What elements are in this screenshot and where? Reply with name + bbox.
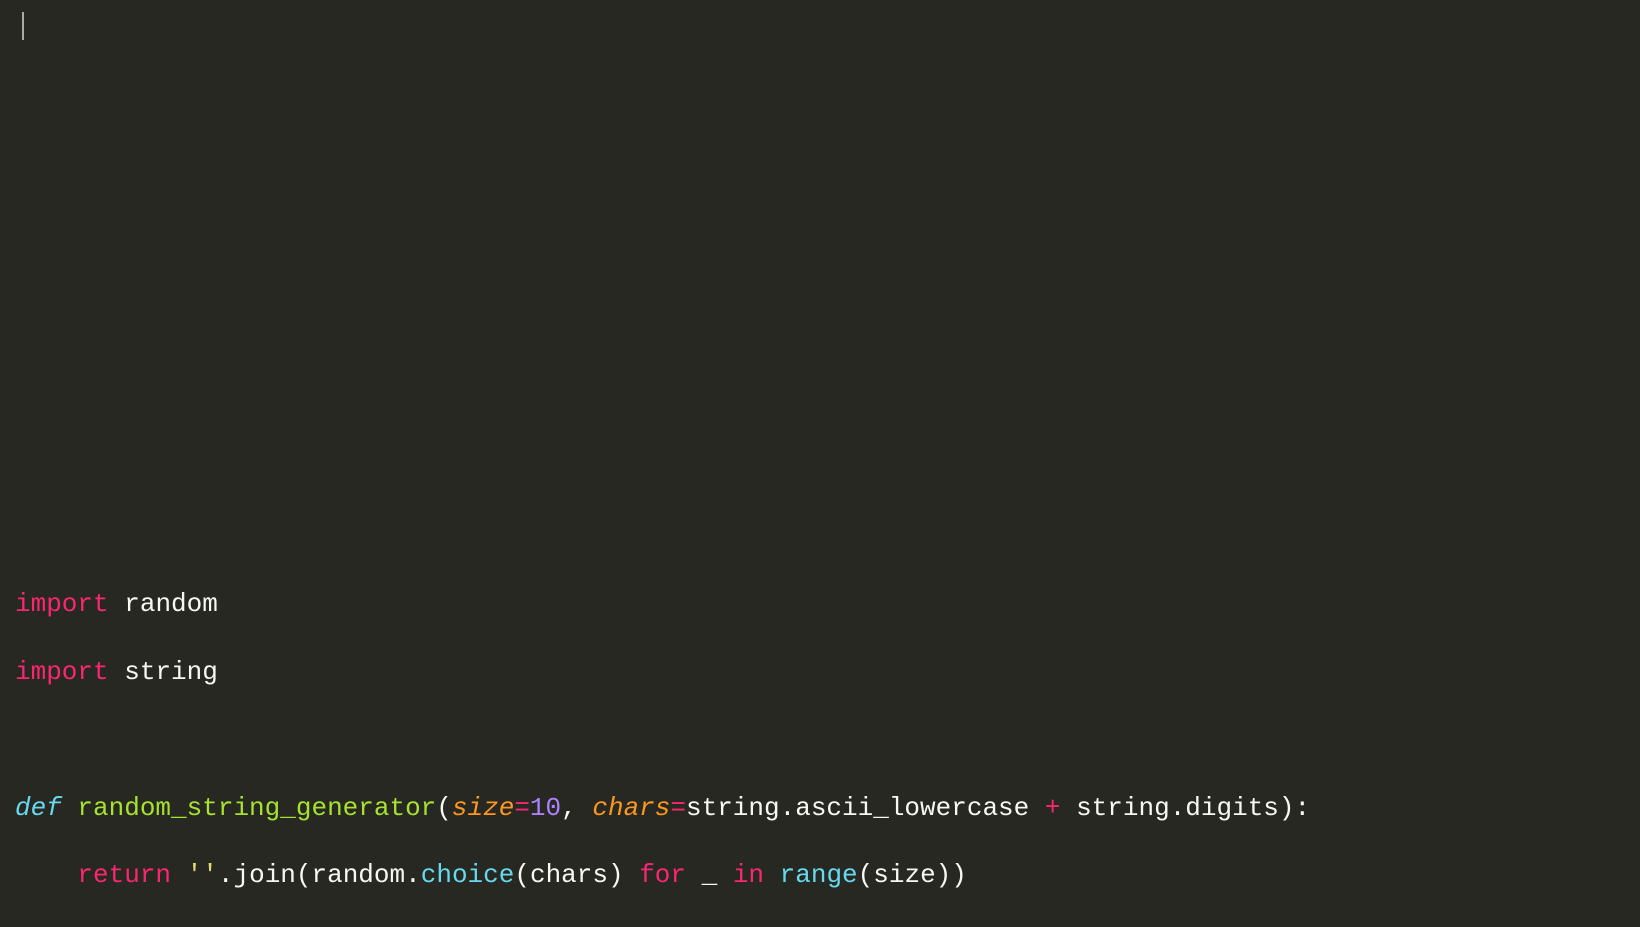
- identifier: string: [1060, 793, 1169, 823]
- identifier: digits: [1185, 793, 1279, 823]
- paren-colon: ):: [1279, 793, 1310, 823]
- method-call: choice: [421, 860, 515, 890]
- comma: ,: [561, 793, 592, 823]
- code-line[interactable]: import string: [15, 656, 1640, 690]
- code-line[interactable]: [15, 520, 1640, 554]
- text: [109, 657, 125, 687]
- dot: .: [1170, 793, 1186, 823]
- module-name: random: [124, 589, 218, 619]
- code-line[interactable]: import random: [15, 588, 1640, 622]
- dot: .: [405, 860, 421, 890]
- code-line[interactable]: [15, 249, 1640, 283]
- code-line[interactable]: [15, 114, 1640, 148]
- in-keyword: in: [733, 860, 764, 890]
- for-keyword: for: [639, 860, 686, 890]
- underscore-var: _: [686, 860, 733, 890]
- text: [764, 860, 780, 890]
- code-line[interactable]: [15, 181, 1640, 215]
- code-line[interactable]: [15, 385, 1640, 419]
- code-editor[interactable]: import random import string def random_s…: [0, 0, 1640, 927]
- code-line[interactable]: [15, 724, 1640, 758]
- import-keyword: import: [15, 657, 109, 687]
- plus-op: +: [1045, 793, 1061, 823]
- method-call: join(: [233, 860, 311, 890]
- dot: .: [218, 860, 234, 890]
- parameter: size: [452, 793, 514, 823]
- identifier: ascii_lowercase: [795, 793, 1045, 823]
- equals-op: =: [670, 793, 686, 823]
- def-keyword: def: [15, 793, 62, 823]
- text: [62, 793, 78, 823]
- string-literal: '': [187, 860, 218, 890]
- equals-op: =: [514, 793, 530, 823]
- code-line[interactable]: [15, 46, 1640, 80]
- import-keyword: import: [15, 589, 109, 619]
- code-line[interactable]: def random_string_generator(size=10, cha…: [15, 792, 1640, 826]
- code-line[interactable]: [15, 453, 1640, 487]
- identifier: string: [686, 793, 780, 823]
- code-line[interactable]: [15, 317, 1640, 351]
- code-line[interactable]: return ''.join(random.choice(chars) for …: [15, 859, 1640, 893]
- parameter: chars: [592, 793, 670, 823]
- number-literal: 10: [530, 793, 561, 823]
- paren: (: [436, 793, 452, 823]
- return-keyword: return: [77, 860, 171, 890]
- function-name: random_string_generator: [77, 793, 436, 823]
- text: [109, 589, 125, 619]
- text: [171, 860, 187, 890]
- builtin-call: range: [780, 860, 858, 890]
- module-name: string: [124, 657, 218, 687]
- text-cursor: [22, 12, 24, 40]
- call-args: (chars): [514, 860, 639, 890]
- call-args: (size)): [858, 860, 967, 890]
- dot: .: [780, 793, 796, 823]
- indent: [15, 860, 77, 890]
- identifier: random: [312, 860, 406, 890]
